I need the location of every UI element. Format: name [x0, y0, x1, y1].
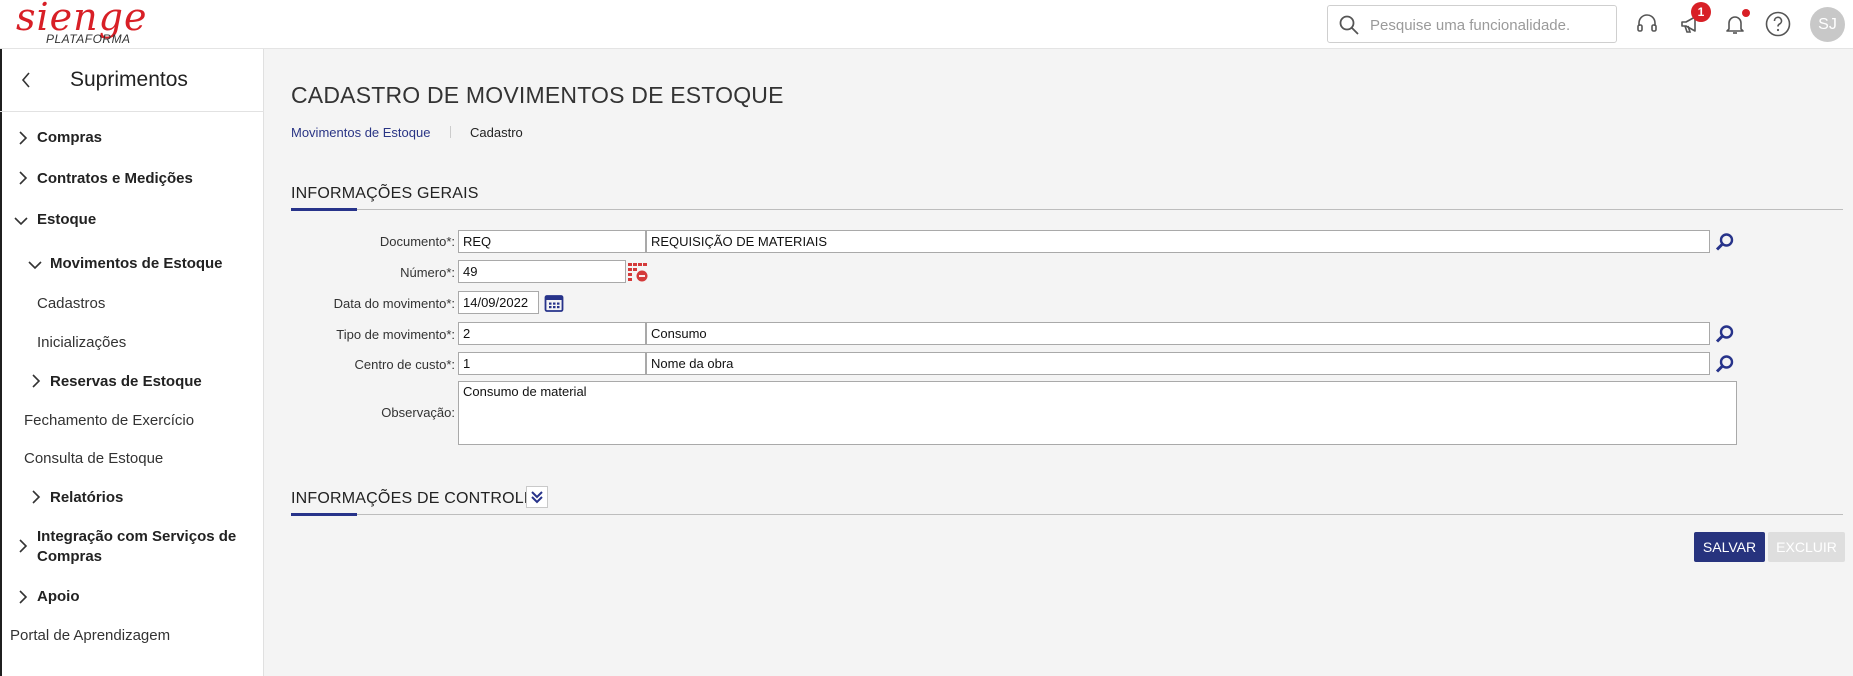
- delete-button[interactable]: EXCLUIR: [1768, 532, 1845, 562]
- chevron-right-icon[interactable]: [16, 171, 30, 185]
- magnifier-icon[interactable]: [1714, 353, 1736, 375]
- headset-icon[interactable]: [1633, 10, 1661, 38]
- sidebar-item-reservas[interactable]: Reservas de Estoque: [50, 372, 202, 392]
- sidebar-divider: [0, 111, 264, 112]
- label-documento: Documento*:: [379, 234, 455, 249]
- sidebar-item-apoio[interactable]: Apoio: [37, 587, 80, 607]
- section-divider: [291, 209, 1843, 210]
- sidebar-item-integracao[interactable]: Integração com Serviços de Compras: [37, 527, 236, 567]
- alert-dot: [1742, 9, 1750, 17]
- chevron-left-icon[interactable]: [18, 70, 34, 90]
- sidebar-item-movimentos[interactable]: Movimentos de Estoque: [50, 254, 223, 274]
- label-centro-custo: Centro de custo*:: [354, 357, 455, 372]
- logo-subtext: PLATAFORMA: [46, 32, 131, 46]
- avatar[interactable]: SJ: [1810, 7, 1845, 42]
- section-accent: [291, 513, 357, 516]
- sidebar-item-inicializacoes[interactable]: Inicializações: [37, 333, 126, 353]
- help-icon[interactable]: [1764, 10, 1792, 38]
- tipo-movimento-code-input[interactable]: [458, 322, 646, 345]
- magnifier-icon[interactable]: [1714, 231, 1736, 253]
- sidebar-item-compras[interactable]: Compras: [37, 128, 102, 148]
- search-box[interactable]: [1327, 5, 1617, 43]
- chevron-down-icon[interactable]: [14, 214, 28, 228]
- sidebar-title: Suprimentos: [70, 68, 188, 91]
- label-observacao: Observação:: [381, 405, 455, 420]
- sidebar-accent-bar: [0, 49, 2, 676]
- double-chevron-down-icon: [531, 491, 543, 504]
- expand-section-button[interactable]: [526, 486, 548, 508]
- sidebar-item-contratos[interactable]: Contratos e Medições: [37, 169, 193, 189]
- number-generator-icon[interactable]: [627, 261, 649, 283]
- sidebar-item-fechamento[interactable]: Fechamento de Exercício: [24, 411, 194, 431]
- observacao-textarea[interactable]: Consumo de material: [458, 381, 1737, 445]
- sidebar-item-relatorios[interactable]: Relatórios: [50, 488, 123, 508]
- search-input[interactable]: [1370, 14, 1606, 36]
- data-movimento-input[interactable]: [458, 291, 539, 314]
- sidebar-item-cadastros[interactable]: Cadastros: [37, 294, 105, 314]
- sidebar-item-integracao-line2: Compras: [37, 548, 103, 565]
- sidebar-item-integracao-line1: Integração com Serviços de: [37, 528, 237, 545]
- breadcrumb-separator: [450, 126, 451, 138]
- sidebar-item-estoque[interactable]: Estoque: [37, 210, 96, 230]
- search-icon: [1339, 15, 1359, 35]
- sienge-logo[interactable]: sienge PLATAFORMA: [14, 0, 146, 49]
- section-title-general: INFORMAÇÕES GERAIS: [291, 185, 479, 202]
- notification-badge: 1: [1691, 2, 1711, 22]
- chevron-right-icon[interactable]: [16, 539, 30, 553]
- centro-custo-code-input[interactable]: [458, 352, 646, 375]
- breadcrumb-current: Cadastro: [470, 125, 523, 140]
- calendar-icon[interactable]: [543, 292, 565, 314]
- label-data-movimento: Data do movimento*:: [333, 296, 455, 311]
- centro-custo-description-input[interactable]: [646, 352, 1710, 375]
- chevron-down-icon[interactable]: [28, 258, 42, 272]
- label-numero: Número*:: [400, 265, 455, 280]
- section-divider: [291, 514, 1843, 515]
- chevron-right-icon[interactable]: [16, 590, 30, 604]
- chevron-right-icon[interactable]: [29, 374, 43, 388]
- chevron-right-icon[interactable]: [16, 131, 30, 145]
- magnifier-icon[interactable]: [1714, 323, 1736, 345]
- documento-description-input[interactable]: [646, 230, 1710, 253]
- label-tipo-movimento: Tipo de movimento*:: [336, 327, 455, 342]
- breadcrumb-parent[interactable]: Movimentos de Estoque: [291, 125, 430, 140]
- section-accent: [291, 208, 357, 211]
- tipo-movimento-description-input[interactable]: [646, 322, 1710, 345]
- section-title-control: INFORMAÇÕES DE CONTROLE: [291, 490, 535, 507]
- numero-input[interactable]: [458, 260, 626, 283]
- sidebar-item-portal[interactable]: Portal de Aprendizagem: [10, 626, 170, 646]
- page-title: CADASTRO DE MOVIMENTOS DE ESTOQUE: [291, 82, 784, 108]
- chevron-right-icon[interactable]: [29, 490, 43, 504]
- documento-code-input[interactable]: [458, 230, 646, 253]
- save-button[interactable]: SALVAR: [1694, 532, 1765, 562]
- sidebar-item-consulta[interactable]: Consulta de Estoque: [24, 449, 163, 469]
